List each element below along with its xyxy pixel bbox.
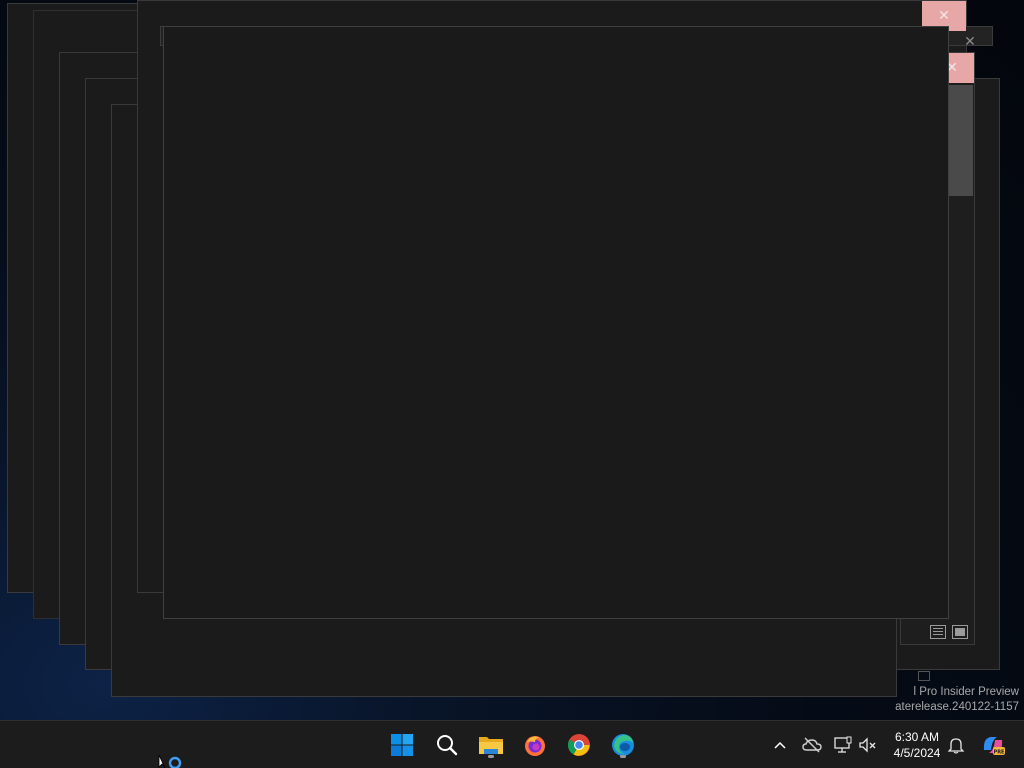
clock-time: 6:30 AM [894,730,940,744]
scrollbar-thumb[interactable] [949,85,973,196]
network-tray-button[interactable] [833,735,853,755]
network-icon [834,736,852,753]
start-button[interactable] [386,729,418,761]
search-button[interactable] [431,729,463,761]
small-desktop-icon [918,671,930,681]
copilot-button[interactable]: PRE [980,732,1006,758]
volume-muted-icon [859,737,876,753]
volume-tray-button[interactable] [858,735,878,755]
close-button-window-7[interactable]: ✕ [958,29,982,53]
cloud-offline-icon [802,737,822,753]
file-explorer-button[interactable] [475,729,507,761]
watermark-line-2: aterelease.240122-1157 [895,701,1019,713]
notifications-button[interactable] [946,735,966,755]
clock-date: 4/5/2024 [893,746,941,760]
close-icon: ✕ [938,7,950,23]
clock[interactable]: 6:30 AM 4/5/2024 [884,729,950,761]
copilot-icon: PRE [983,737,1006,756]
chrome-button[interactable] [563,729,595,761]
chrome-icon [568,734,590,756]
running-indicator [620,755,626,758]
firefox-icon [525,736,545,756]
running-indicator [488,755,494,758]
firefox-button[interactable] [519,729,551,761]
desktop: ✕ ✕ ✕ l Pro Insider Preview aterelease.2… [0,0,1024,720]
show-hidden-icons-button[interactable] [770,735,790,755]
edge-icon [612,734,634,756]
windows-logo-icon [391,734,413,756]
taskbar: 6:30 AM 4/5/2024 PRE [0,720,1024,768]
list-view-icon[interactable] [930,625,946,639]
chevron-up-icon [774,741,786,749]
svg-text:PRE: PRE [994,750,1006,756]
search-icon [437,735,458,756]
busy-cursor-icon [158,754,182,768]
watermark-line-1: l Pro Insider Preview [913,686,1019,698]
folder-icon [479,737,503,754]
tile-view-icon[interactable] [952,625,968,639]
close-icon: ✕ [964,33,976,49]
onedrive-tray-button[interactable] [802,735,822,755]
window-foreground[interactable] [163,26,949,619]
bell-icon [948,738,964,754]
edge-button[interactable] [607,729,639,761]
